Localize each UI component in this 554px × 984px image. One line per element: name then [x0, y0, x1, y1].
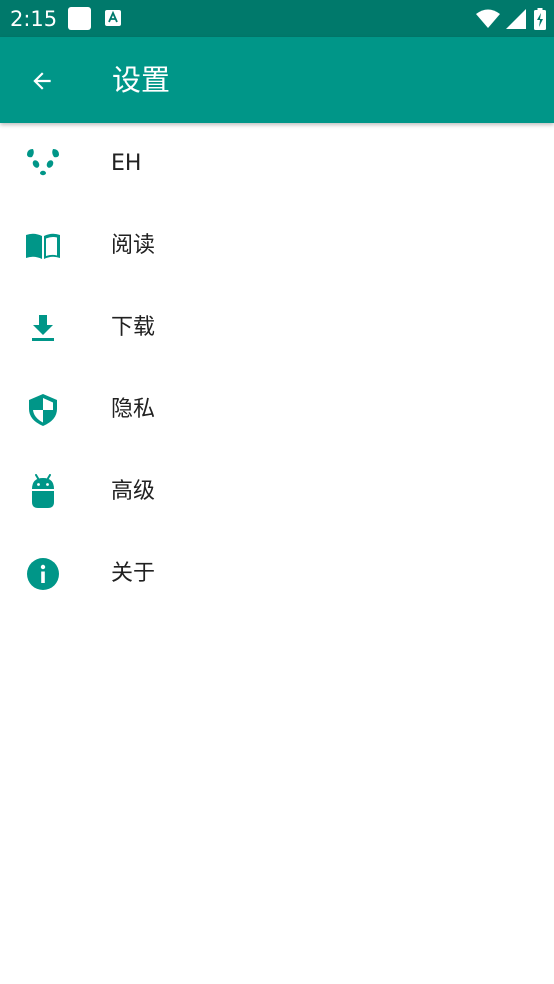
font-app-icon	[105, 10, 121, 30]
status-time: 2:15	[10, 7, 58, 31]
book-icon	[25, 228, 61, 264]
settings-item-label: EH	[111, 151, 142, 176]
settings-list: EH 阅读 下载 隐私 高级 关于	[0, 123, 554, 615]
status-bar: 2:15	[0, 0, 554, 37]
settings-item-download[interactable]: 下载	[0, 287, 554, 369]
panda-icon	[25, 146, 61, 182]
settings-item-label: 阅读	[111, 233, 156, 258]
wifi-icon	[476, 9, 500, 29]
settings-item-eh[interactable]: EH	[0, 123, 554, 205]
arrow-back-icon	[29, 68, 55, 94]
settings-item-read[interactable]: 阅读	[0, 205, 554, 287]
battery-icon	[534, 8, 546, 30]
settings-item-label: 关于	[111, 561, 156, 586]
settings-item-label: 下载	[111, 315, 156, 340]
notification-square-icon	[68, 7, 91, 34]
android-icon	[25, 474, 61, 510]
settings-item-about[interactable]: 关于	[0, 533, 554, 615]
settings-item-label: 隐私	[111, 397, 156, 422]
info-icon	[25, 556, 61, 592]
back-button[interactable]	[17, 56, 67, 106]
status-right-icons	[476, 6, 546, 32]
settings-item-privacy[interactable]: 隐私	[0, 369, 554, 451]
signal-icon	[506, 9, 526, 29]
app-bar: 设置	[0, 37, 554, 123]
settings-item-advanced[interactable]: 高级	[0, 451, 554, 533]
download-icon	[25, 310, 61, 346]
shield-icon	[25, 392, 61, 428]
page-title: 设置	[112, 63, 171, 97]
settings-item-label: 高级	[111, 479, 156, 504]
